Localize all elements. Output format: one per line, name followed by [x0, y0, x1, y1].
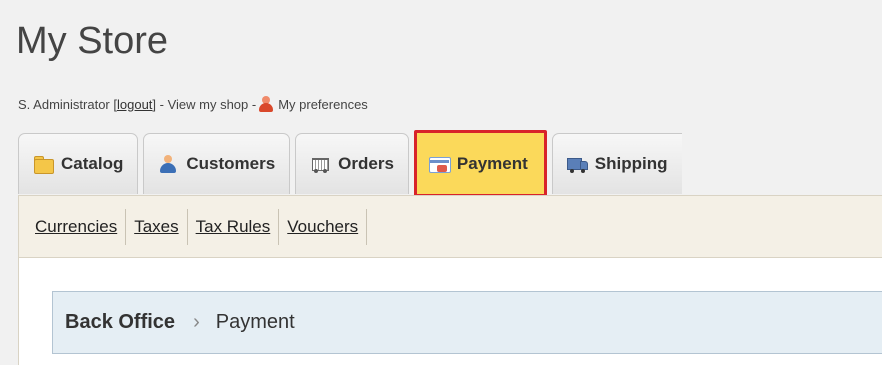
subtab-vouchers[interactable]: Vouchers [279, 208, 368, 245]
breadcrumb-current: Payment [215, 311, 295, 333]
subtab-tax-rules[interactable]: Tax Rules [188, 208, 280, 245]
breadcrumb: Back Office › Payment [52, 291, 882, 354]
cart-icon [310, 155, 330, 173]
tab-label: Payment [456, 153, 528, 173]
admin-user-text: S. Administrator [ [18, 96, 117, 112]
tab-orders[interactable]: Orders [295, 133, 409, 194]
tab-catalog[interactable]: Catalog [18, 133, 139, 194]
subtab-currencies[interactable]: Currencies [19, 208, 127, 245]
main-tabs: Catalog Customers Orders Payment Shippin… [18, 130, 687, 197]
preferences-link[interactable]: My preferences [278, 97, 368, 112]
tab-label: Orders [338, 154, 394, 173]
tab-customers[interactable]: Customers [143, 133, 291, 194]
view-shop-text: ] - View my shop - [152, 96, 257, 112]
subtab-taxes[interactable]: Taxes [126, 208, 188, 245]
breadcrumb-separator: › [193, 311, 200, 333]
tab-label: Shipping [594, 154, 668, 173]
subtab-bar: Currencies Taxes Tax Rules Vouchers [18, 195, 882, 258]
truck-icon [566, 155, 588, 173]
user-icon [258, 96, 274, 112]
customers-icon [158, 155, 178, 173]
logout-link[interactable]: logout [117, 97, 152, 112]
store-title: My Store [16, 20, 169, 62]
tab-label: Catalog [61, 154, 124, 173]
admin-bar: S. Administrator [ logout ] - View my sh… [18, 96, 368, 112]
breadcrumb-root[interactable]: Back Office [65, 311, 175, 334]
tab-label: Customers [186, 154, 276, 173]
credit-card-icon [428, 155, 451, 173]
tab-payment[interactable]: Payment [413, 130, 547, 197]
tab-shipping[interactable]: Shipping [551, 133, 682, 194]
folder-icon [33, 155, 54, 174]
